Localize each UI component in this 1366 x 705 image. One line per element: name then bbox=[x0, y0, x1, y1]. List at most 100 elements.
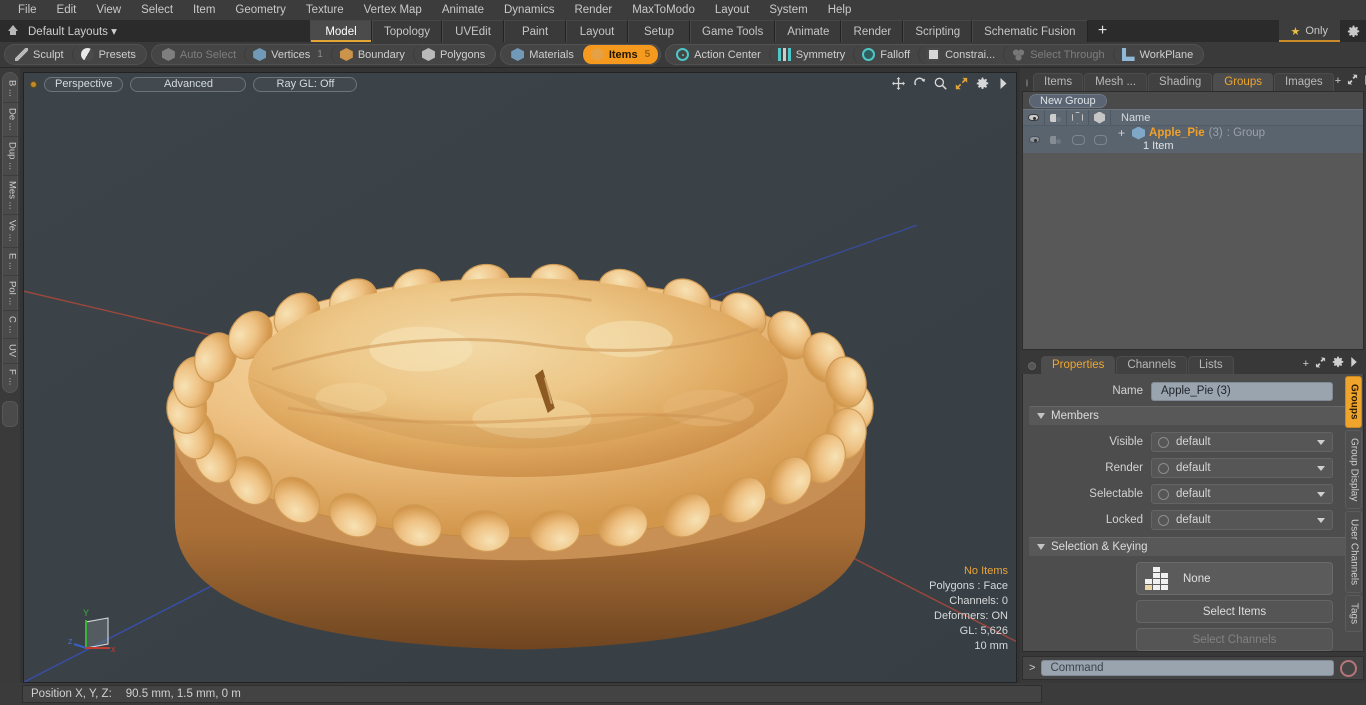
menu-item-item[interactable]: Item bbox=[183, 0, 225, 20]
left-tool-tab-2[interactable]: Dup ... bbox=[2, 137, 18, 176]
layout-tab-scripting[interactable]: Scripting bbox=[903, 20, 973, 42]
chevron-right-icon[interactable] bbox=[996, 76, 1010, 90]
selection-keying-section-header[interactable]: Selection & Keying bbox=[1029, 537, 1357, 556]
tool-falloff[interactable]: Falloff bbox=[853, 45, 918, 64]
panel-tab-shading[interactable]: Shading bbox=[1148, 73, 1213, 91]
menu-item-animate[interactable]: Animate bbox=[432, 0, 494, 20]
group-list-empty-body[interactable] bbox=[1023, 153, 1363, 349]
layout-tab-topology[interactable]: Topology bbox=[372, 20, 443, 42]
tool-polygons[interactable]: Polygons bbox=[412, 45, 493, 64]
menu-item-vertex-map[interactable]: Vertex Map bbox=[354, 0, 432, 20]
menu-item-select[interactable]: Select bbox=[131, 0, 183, 20]
menu-item-system[interactable]: System bbox=[759, 0, 817, 20]
table-row[interactable]: + Apple_Pie (3) : Group 1 Item bbox=[1023, 125, 1363, 153]
record-icon[interactable] bbox=[1340, 659, 1357, 677]
none-button[interactable]: None bbox=[1136, 562, 1333, 595]
tool-select-through[interactable]: Select Through bbox=[1003, 45, 1112, 64]
left-tool-tab-8[interactable]: UV bbox=[2, 339, 18, 364]
panel-tab-groups[interactable]: Groups bbox=[1213, 73, 1273, 91]
properties-tab-channels[interactable]: Channels bbox=[1116, 356, 1188, 374]
right-tab-user-channels[interactable]: User Channels bbox=[1344, 510, 1362, 594]
tool-symmetry[interactable]: Symmetry bbox=[768, 45, 854, 64]
new-group-button[interactable]: New Group bbox=[1029, 93, 1107, 108]
layout-tab-render[interactable]: Render bbox=[841, 20, 904, 42]
menu-item-view[interactable]: View bbox=[86, 0, 131, 20]
tool-constrai[interactable]: Constrai... bbox=[918, 45, 1003, 64]
3d-viewport[interactable]: Perspective Advanced Ray GL: Off No Item… bbox=[23, 72, 1017, 683]
record-dot-icon[interactable] bbox=[30, 80, 37, 88]
command-input[interactable]: Command bbox=[1041, 660, 1334, 676]
viewport-shading-dropdown[interactable]: Advanced bbox=[130, 76, 247, 92]
panel-tab-items[interactable]: Items bbox=[1033, 73, 1084, 91]
right-tab-tags[interactable]: Tags bbox=[1344, 595, 1362, 633]
move-icon[interactable] bbox=[891, 76, 905, 90]
tool-vertices[interactable]: Vertices 1 bbox=[244, 45, 331, 64]
layout-tab-animate[interactable]: Animate bbox=[775, 20, 842, 42]
add-tab-button[interactable]: + bbox=[1335, 75, 1341, 87]
fit-icon[interactable] bbox=[954, 76, 968, 90]
expand-icon[interactable] bbox=[1347, 74, 1358, 88]
default-layouts-dropdown[interactable]: Default Layouts ▾ bbox=[28, 24, 117, 38]
gear-icon[interactable] bbox=[975, 76, 989, 90]
left-tool-tab-4[interactable]: Ve ... bbox=[2, 215, 18, 248]
left-tool-extra-button[interactable] bbox=[2, 400, 18, 427]
tool-auto-select[interactable]: Auto Select bbox=[154, 45, 244, 64]
menu-item-geometry[interactable]: Geometry bbox=[225, 0, 296, 20]
viewport-projection-dropdown[interactable]: Perspective bbox=[44, 76, 124, 92]
panel-tab-images[interactable]: Images bbox=[1273, 73, 1334, 91]
row-expander[interactable]: + bbox=[1115, 126, 1128, 140]
name-field[interactable]: Apple_Pie (3) bbox=[1151, 381, 1333, 401]
locked-dropdown[interactable]: default bbox=[1151, 510, 1333, 530]
left-tool-tab-0[interactable]: B ... bbox=[2, 75, 18, 103]
menu-item-texture[interactable]: Texture bbox=[296, 0, 354, 20]
tool-presets[interactable]: Presets bbox=[71, 45, 144, 64]
chevron-right-icon[interactable] bbox=[1350, 357, 1358, 370]
row-shading-toggle[interactable] bbox=[1045, 126, 1067, 154]
members-section-header[interactable]: Members bbox=[1029, 406, 1357, 425]
layout-tab-setup[interactable]: Setup bbox=[628, 20, 691, 42]
select-items-button[interactable]: Select Items bbox=[1136, 600, 1333, 623]
rotate-icon[interactable] bbox=[912, 76, 926, 90]
left-tool-tab-9[interactable]: F ... bbox=[3, 364, 18, 390]
selectable-dropdown[interactable]: default bbox=[1151, 484, 1333, 504]
magnify-icon[interactable] bbox=[933, 76, 947, 90]
properties-tab-properties[interactable]: Properties bbox=[1041, 356, 1116, 374]
menu-item-maxtomodo[interactable]: MaxToModo bbox=[622, 0, 705, 20]
tool-boundary[interactable]: Boundary bbox=[330, 45, 413, 64]
row-visible-toggle[interactable] bbox=[1023, 126, 1045, 154]
add-layout-button[interactable]: + bbox=[1087, 20, 1118, 42]
layout-tab-paint[interactable]: Paint bbox=[504, 20, 567, 42]
layout-tab-schematic-fusion[interactable]: Schematic Fusion bbox=[972, 20, 1088, 42]
tool-action-center[interactable]: Action Center bbox=[668, 45, 769, 64]
left-tool-tab-1[interactable]: De ... bbox=[2, 103, 18, 137]
properties-add-tab-button[interactable]: + bbox=[1303, 358, 1309, 370]
properties-tab-lists[interactable]: Lists bbox=[1188, 356, 1234, 374]
visible-dropdown[interactable]: default bbox=[1151, 432, 1333, 452]
layout-tab-uvedit[interactable]: UVEdit bbox=[442, 20, 505, 42]
left-tool-tab-3[interactable]: Mes ... bbox=[2, 176, 18, 216]
gear-icon[interactable] bbox=[1332, 356, 1344, 371]
layout-gear-icon[interactable] bbox=[1340, 20, 1366, 42]
row-select-toggle[interactable] bbox=[1089, 126, 1111, 154]
menu-item-layout[interactable]: Layout bbox=[705, 0, 760, 20]
right-tab-groups[interactable]: Groups bbox=[1344, 376, 1362, 428]
only-toggle[interactable]: ★ Only bbox=[1278, 20, 1340, 42]
panel-tab-mesh[interactable]: Mesh ... bbox=[1084, 73, 1148, 91]
layout-tab-model[interactable]: Model bbox=[310, 20, 372, 42]
menu-item-file[interactable]: File bbox=[8, 0, 47, 20]
row-render-toggle[interactable] bbox=[1067, 126, 1089, 154]
left-tool-tab-7[interactable]: C ... bbox=[2, 311, 18, 340]
render-dropdown[interactable]: default bbox=[1151, 458, 1333, 478]
expand-icon[interactable] bbox=[1315, 356, 1326, 371]
left-tool-tab-5[interactable]: E ... bbox=[2, 248, 18, 276]
left-tool-tab-6[interactable]: Pol ... bbox=[2, 276, 18, 311]
home-icon[interactable] bbox=[6, 24, 20, 38]
tool-materials[interactable]: Materials bbox=[503, 45, 582, 64]
panel-dot-icon[interactable] bbox=[1026, 79, 1028, 87]
menu-item-help[interactable]: Help bbox=[818, 0, 862, 20]
menu-item-dynamics[interactable]: Dynamics bbox=[494, 0, 564, 20]
tool-items[interactable]: Items 5 bbox=[581, 45, 659, 64]
properties-dot-icon[interactable] bbox=[1028, 362, 1036, 370]
menu-item-edit[interactable]: Edit bbox=[47, 0, 87, 20]
right-tab-group-display[interactable]: Group Display bbox=[1344, 429, 1362, 509]
